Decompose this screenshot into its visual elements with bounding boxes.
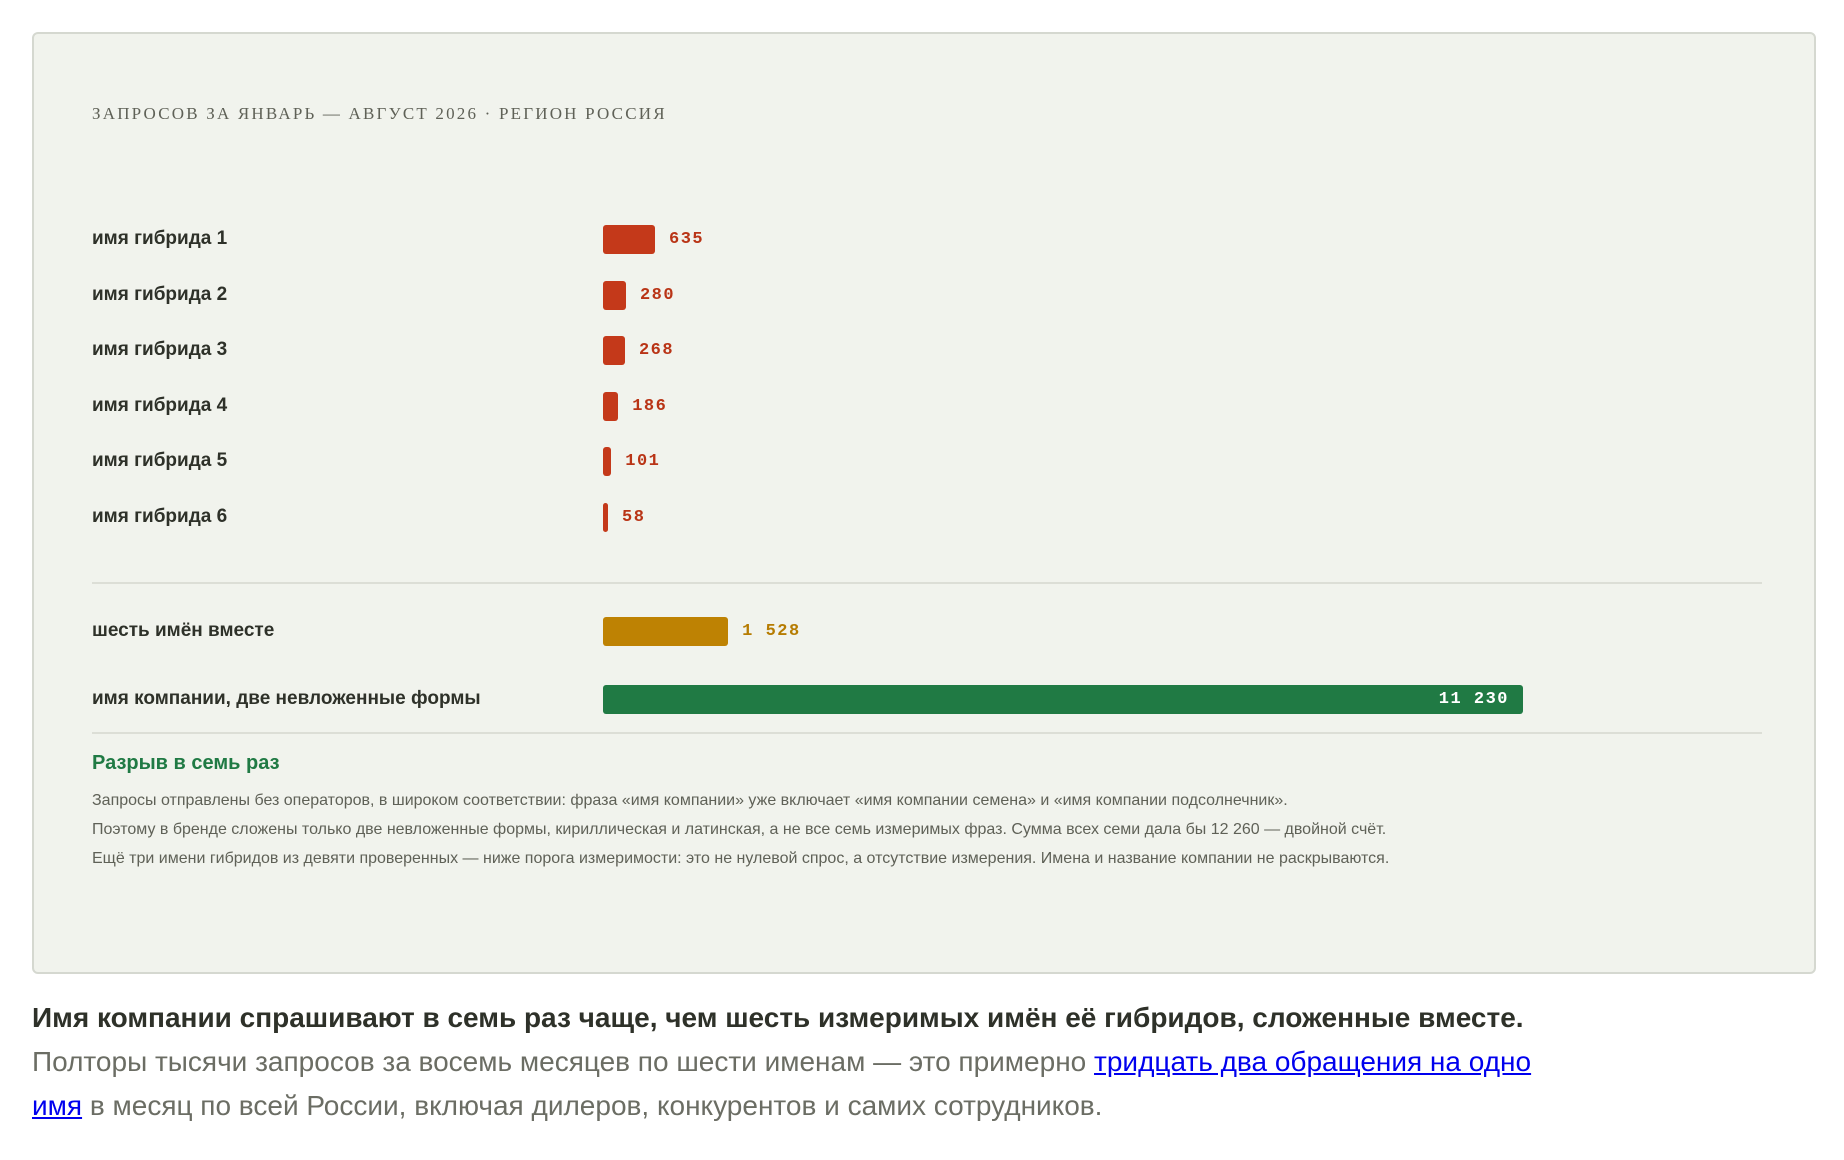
brand-value-label: 11 230 [1438,690,1509,709]
brand-label: имя компании, две невложенные формы [92,688,481,709]
total-label: шесть имён вместе [92,620,275,641]
value-label: 58 [622,507,646,527]
note-line-1: Запросы отправлены без операторов, в шир… [92,792,1288,809]
bar-hybrid-4 [603,391,619,421]
note-title: Разрыв в семь раз [92,752,280,774]
bar-hybrid-2 [603,280,626,310]
caption-text-1: Полторы тысячи запросов за восемь месяце… [32,1046,1095,1077]
category-label: имя гибрида 3 [92,339,228,360]
bar-hybrid-1 [603,225,656,254]
caption: Имя компании спрашивают в семь раз чаще,… [32,996,1532,1128]
bar-hybrid-5 [603,447,612,476]
value-label: 101 [625,452,661,471]
value-label: 635 [669,230,705,249]
chart-subtitle: ЗАПРОСОВ ЗА ЯНВАРЬ — АВГУСТ 2026 · РЕГИО… [92,104,667,123]
divider-top [92,582,1762,584]
bar-total [603,617,729,646]
category-label: имя гибрида 2 [92,283,228,305]
bar-hybrid-6 [603,502,608,532]
category-label: имя гибрида 5 [92,450,228,471]
value-label: 186 [632,396,668,416]
caption-text-2: в месяц по всей России, включая дилеров,… [82,1090,1103,1121]
category-label: имя гибрида 6 [92,505,228,527]
category-label: имя гибрида 4 [92,394,228,416]
value-label: 280 [639,285,676,305]
note-line-2: Поэтому в бренде сложены только две невл… [92,821,1387,838]
note-line-3: Ещё три имени гибридов из девяти провере… [92,850,1390,867]
chart-panel: ЗАПРОСОВ ЗА ЯНВАРЬ — АВГУСТ 2026 · РЕГИО… [32,32,1816,974]
bar-hybrid-3 [603,336,625,365]
value-label: 268 [638,341,675,360]
category-label: имя гибрида 1 [92,228,228,249]
divider-bottom [92,732,1762,734]
total-value-label: 1 528 [742,622,801,641]
caption-lead: Имя компании спрашивают в семь раз чаще,… [32,1002,1524,1033]
